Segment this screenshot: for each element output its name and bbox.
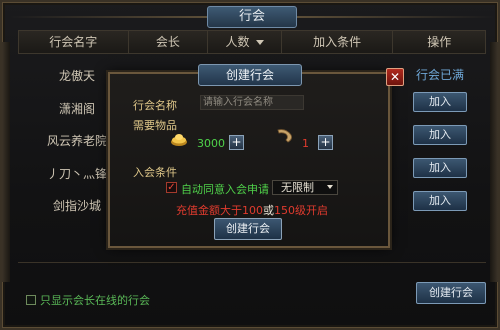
header-members[interactable]: 人数 — [208, 31, 282, 53]
header-leader[interactable]: 会长 — [129, 31, 209, 53]
join-conditions-label: 入会条件 — [133, 166, 177, 179]
join-button[interactable]: 加入 — [413, 191, 467, 211]
gold-ingot-icon — [171, 134, 187, 146]
window-title: 行会 — [207, 6, 297, 28]
dropdown-caret-icon — [327, 185, 333, 189]
join-limit-select[interactable]: 无限制 — [272, 180, 338, 195]
horn-amount: 1 — [302, 137, 309, 150]
header-action[interactable]: 操作 — [393, 31, 485, 53]
auto-approve-checkbox[interactable]: ✓ — [166, 182, 177, 193]
join-limit-value: 无限制 — [281, 181, 314, 194]
close-icon[interactable]: ✕ — [386, 68, 404, 86]
req-amount: 100 — [242, 204, 263, 217]
header-members-label: 人数 — [225, 35, 250, 49]
gold-amount: 3000 — [197, 137, 225, 150]
guild-table-header: 行会名字 会长 人数 加入条件 操作 — [18, 30, 486, 54]
plus-icon[interactable]: + — [318, 135, 333, 150]
checkbox-icon[interactable] — [26, 295, 36, 305]
req-level: 150 — [274, 204, 295, 217]
header-join-condition[interactable]: 加入条件 — [282, 31, 394, 53]
right-frame-decoration — [490, 42, 498, 282]
left-frame-decoration — [2, 42, 10, 282]
online-only-toggle[interactable]: 只显示会长在线的行会 — [26, 292, 150, 308]
footer-divider — [18, 262, 486, 263]
header-guild-name[interactable]: 行会名字 — [19, 31, 129, 53]
online-only-label: 只显示会长在线的行会 — [40, 294, 150, 307]
guild-name-label: 行会名称 — [133, 99, 177, 112]
plus-icon[interactable]: + — [229, 135, 244, 150]
join-button[interactable]: 加入 — [413, 158, 467, 178]
req-or: 或 — [263, 204, 274, 217]
req-part1: 充值金额大于 — [176, 204, 242, 217]
guild-full-status: 行会已满 — [415, 68, 464, 82]
sort-caret-icon — [255, 40, 264, 45]
req-part2: 级开启 — [295, 204, 328, 217]
guild-name-input[interactable]: 请输入行会名称 — [200, 95, 304, 110]
join-button[interactable]: 加入 — [413, 125, 467, 145]
requirement-text: 充值金额大于100或150级开启 — [176, 202, 328, 218]
action-column: 行会已满 加入 加入 加入 加入 — [404, 64, 476, 224]
dialog-title: 创建行会 — [198, 64, 302, 86]
horn-icon — [277, 129, 292, 143]
dialog-create-guild-button[interactable]: 创建行会 — [214, 218, 282, 240]
create-guild-button[interactable]: 创建行会 — [416, 282, 486, 304]
join-button[interactable]: 加入 — [413, 92, 467, 112]
auto-approve-label: 自动同意入会申请 — [181, 183, 269, 196]
